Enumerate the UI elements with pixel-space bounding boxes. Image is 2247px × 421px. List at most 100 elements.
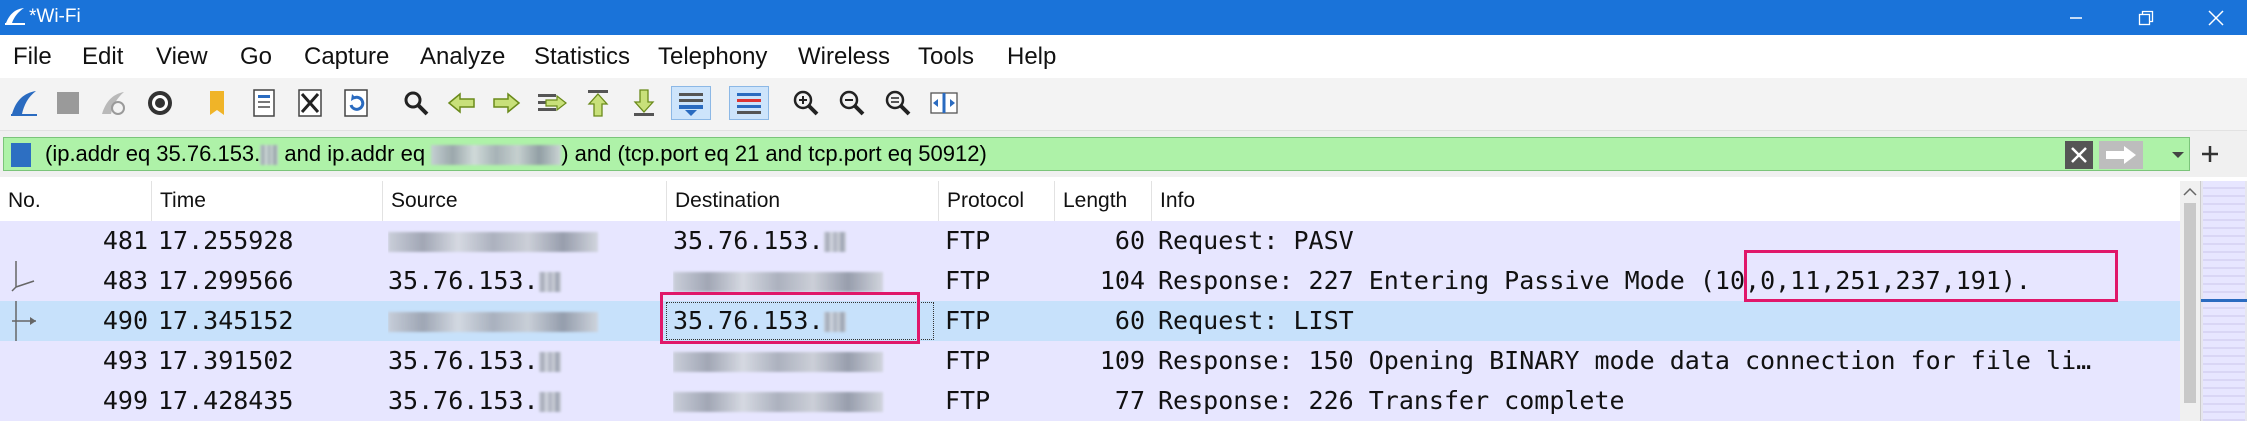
minimize-button[interactable] (2046, 0, 2106, 35)
filter-text-part3: ) and (tcp.port eq 21 and tcp.port eq 50… (561, 141, 987, 166)
packet-destination: 35.76.153. (673, 221, 933, 261)
capture-options-button[interactable] (143, 86, 177, 120)
menu-capture[interactable]: Capture (304, 43, 389, 71)
packet-list-scrollbar[interactable] (2180, 181, 2200, 421)
save-file-icon (253, 89, 275, 117)
close-window-button[interactable] (2186, 0, 2246, 35)
redacted-ip-address (431, 145, 562, 166)
minimize-icon (2070, 16, 2082, 19)
packet-source: 35.76.153. (388, 381, 658, 421)
packet-destination (673, 341, 933, 381)
packet-time: 17.345152 (158, 306, 294, 335)
menu-statistics[interactable]: Statistics (534, 43, 630, 71)
filter-bookmark-icon[interactable] (11, 143, 31, 167)
menu-tools[interactable]: Tools (918, 43, 974, 71)
colorize-button[interactable] (729, 86, 769, 120)
packet-protocol: FTP (945, 306, 991, 335)
zoom-out-button[interactable] (835, 86, 869, 120)
redacted-octet (823, 232, 846, 252)
resize-columns-icon (930, 92, 958, 114)
find-packet-button[interactable] (399, 86, 433, 120)
menu-view[interactable]: View (156, 43, 208, 71)
menu-help[interactable]: Help (1007, 43, 1056, 71)
arrow-right-icon (2106, 146, 2136, 164)
packet-source-text: 35.76.153. (388, 386, 539, 415)
column-header-length[interactable]: Length (1055, 181, 1152, 221)
go-forward-button[interactable] (489, 86, 523, 120)
packet-info: Request: LIST (1158, 306, 1354, 335)
wireshark-logo-icon (5, 8, 25, 25)
packet-row[interactable]: 493 17.391502 35.76.153. FTP 109 Respons… (0, 341, 2180, 381)
colorize-icon (737, 93, 761, 114)
packet-length: 109 (1099, 346, 1145, 375)
packet-number: 483 (102, 266, 148, 295)
column-header-protocol[interactable]: Protocol (939, 181, 1055, 221)
reload-file-button[interactable] (339, 86, 373, 120)
packet-number: 481 (102, 226, 148, 255)
go-first-packet-button[interactable] (581, 86, 615, 120)
scroll-up-icon (2183, 187, 2197, 196)
clear-filter-button[interactable] (2065, 141, 2093, 169)
packet-row-selected[interactable]: 490 17.345152 35.76.153. FTP 60 Request:… (0, 301, 2180, 341)
menu-telephony[interactable]: Telephony (658, 43, 767, 71)
packet-source: 35.76.153. (388, 341, 658, 381)
packet-source (388, 221, 658, 261)
menu-edit[interactable]: Edit (82, 43, 123, 71)
column-header-time[interactable]: Time (152, 181, 383, 221)
go-back-button[interactable] (445, 86, 479, 120)
display-filter-input[interactable]: (ip.addr eq 35.76.153. and ip.addr eq ) … (3, 137, 2190, 171)
auto-scroll-button[interactable] (671, 86, 711, 120)
packet-source-text: 35.76.153. (388, 346, 539, 375)
redacted-octet (538, 272, 561, 292)
annotation-highlight-passive-address (1744, 250, 2118, 302)
packet-info: Response: 150 Opening BINARY mode data c… (1158, 346, 2092, 375)
packet-time: 17.428435 (158, 386, 294, 415)
column-header-destination[interactable]: Destination (667, 181, 939, 221)
zoom-normal-button[interactable] (881, 86, 915, 120)
stop-capture-button[interactable] (51, 86, 85, 120)
filter-history-dropdown[interactable] (2168, 141, 2188, 169)
clear-icon (2071, 147, 2087, 163)
chevron-down-icon (2172, 152, 2184, 158)
go-last-packet-button[interactable] (627, 86, 661, 120)
packet-protocol: FTP (945, 346, 991, 375)
apply-filter-button[interactable] (2099, 141, 2143, 169)
start-capture-icon (11, 91, 37, 116)
minimap-selection-marker (2201, 299, 2247, 302)
menu-analyze[interactable]: Analyze (420, 43, 505, 71)
packet-protocol: FTP (945, 386, 991, 415)
column-header-info[interactable]: Info (1152, 181, 2180, 221)
packet-length: 104 (1099, 266, 1145, 295)
redacted-ip-address (673, 392, 883, 412)
menu-bar: File Edit View Go Capture Analyze Statis… (0, 35, 2247, 77)
redacted-ip-address (673, 352, 883, 372)
packet-row[interactable]: 499 17.428435 35.76.153. FTP 77 Response… (0, 381, 2180, 421)
menu-wireless[interactable]: Wireless (798, 43, 890, 71)
go-back-icon (447, 92, 475, 114)
restart-capture-button[interactable] (96, 86, 130, 120)
close-file-icon (298, 89, 322, 117)
menu-file[interactable]: File (13, 43, 52, 71)
scrollbar-thumb[interactable] (2184, 203, 2196, 403)
packet-source: 35.76.153. (388, 261, 658, 301)
restore-icon (2138, 10, 2154, 25)
zoom-in-button[interactable] (789, 86, 823, 120)
resize-columns-button[interactable] (927, 86, 961, 120)
filter-text-part2: and ip.addr eq (278, 141, 432, 166)
packet-info: Response: 226 Transfer complete (1158, 386, 1625, 415)
column-header-no[interactable]: No. (0, 181, 152, 221)
zoom-normal-icon (885, 90, 911, 116)
close-file-button[interactable] (293, 86, 327, 120)
menu-go[interactable]: Go (240, 43, 272, 71)
packet-minimap[interactable] (2200, 181, 2247, 421)
add-filter-button[interactable] (2194, 137, 2226, 171)
start-capture-button[interactable] (7, 86, 41, 120)
zoom-out-icon (839, 90, 865, 116)
column-header-source[interactable]: Source (383, 181, 667, 221)
packet-protocol: FTP (945, 226, 991, 255)
restore-button[interactable] (2116, 0, 2176, 35)
go-first-icon (587, 90, 609, 117)
open-file-button[interactable] (201, 86, 235, 120)
go-to-packet-button[interactable] (535, 86, 569, 120)
save-file-button[interactable] (247, 86, 281, 120)
